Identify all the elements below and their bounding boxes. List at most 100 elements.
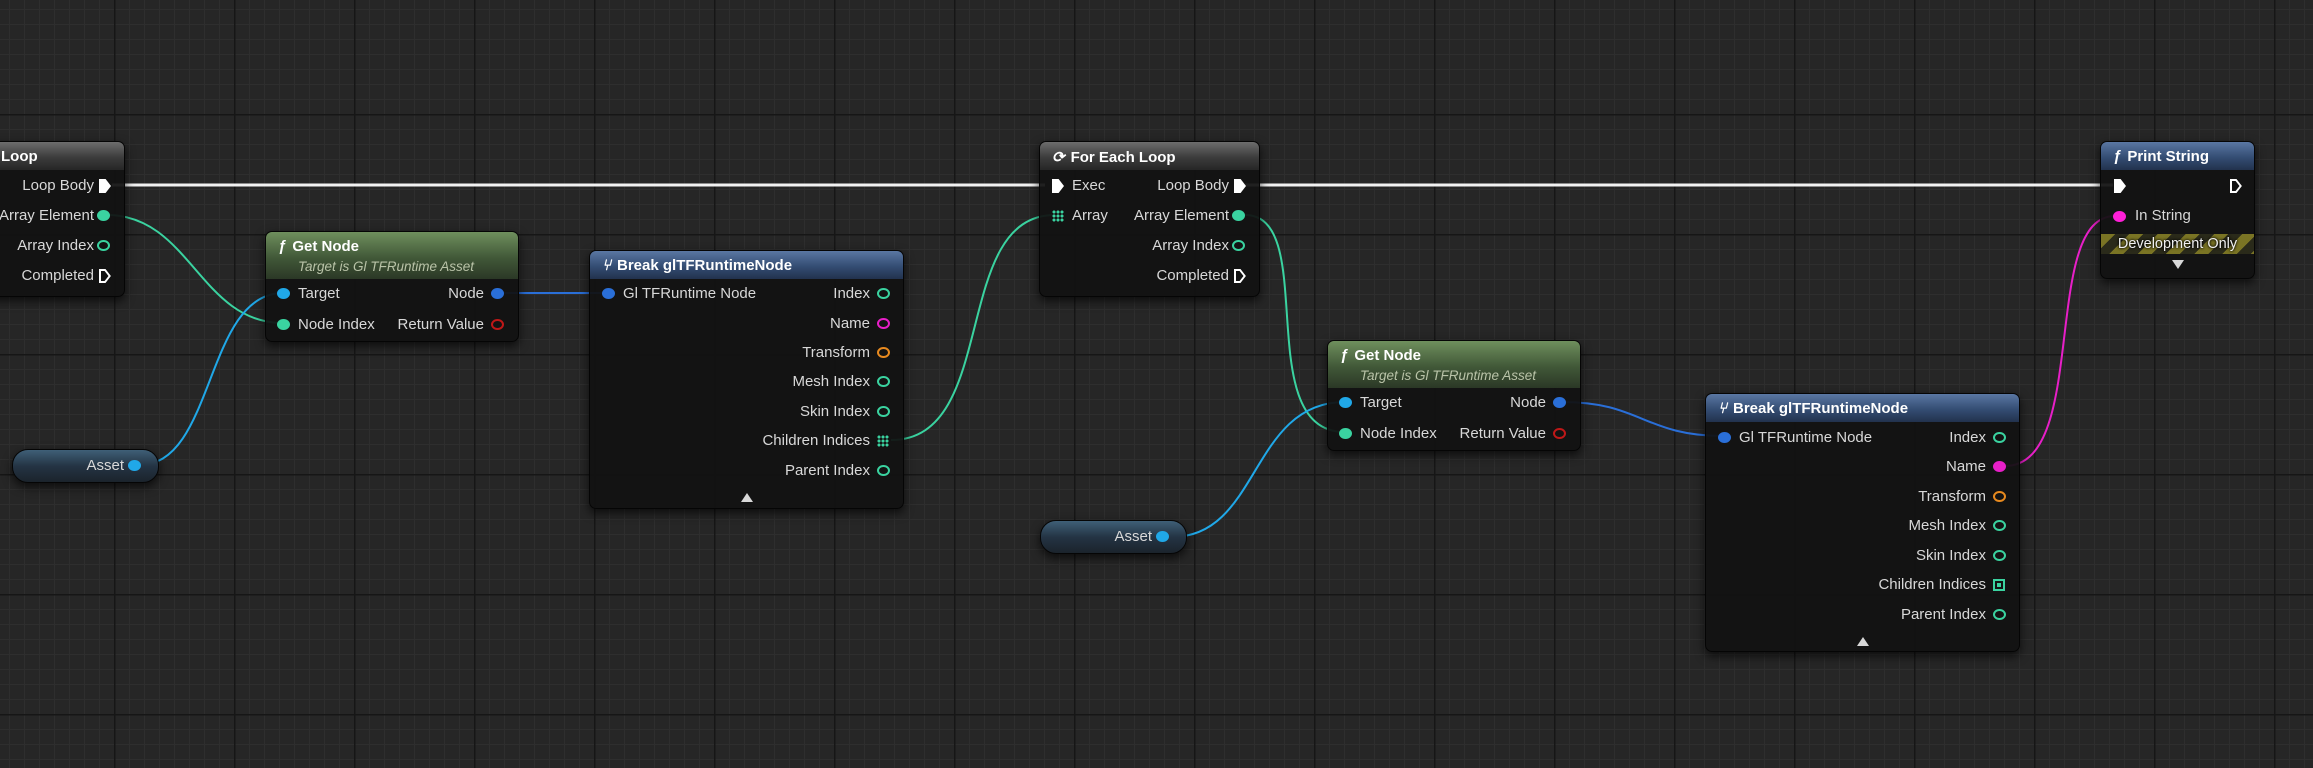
pin-label-node: Node: [448, 285, 484, 302]
target-pin[interactable]: [1339, 397, 1352, 408]
array-index-pin[interactable]: [1232, 240, 1245, 251]
exec-in-pin[interactable]: [2114, 179, 2126, 193]
node-title: For Each Loop: [1070, 149, 1176, 166]
return-value-pin[interactable]: [491, 319, 504, 330]
index-pin[interactable]: [877, 288, 890, 299]
node-header: ⟳ For Each Loop: [1040, 142, 1259, 170]
pin-label-completed: Completed: [21, 267, 94, 284]
children-indices-pin[interactable]: [877, 435, 889, 447]
node-index-pin[interactable]: [1339, 428, 1352, 439]
pin-label-name: Name: [1945, 458, 1986, 475]
wire-asset-to-target-2: [1171, 401, 1346, 538]
pin-label-name: Name: [829, 315, 870, 332]
index-pin[interactable]: [1993, 432, 2006, 443]
loop-icon: ⟳: [1052, 149, 1065, 166]
asset-variable-node-1[interactable]: Asset: [12, 449, 159, 483]
collapse-arrow-icon[interactable]: [2172, 260, 2184, 269]
pin-label-node-index: Node Index: [298, 316, 375, 333]
for-each-loop-node[interactable]: ⟳ For Each Loop Exec Array Loop Body Arra…: [1039, 141, 1260, 297]
parent-index-pin[interactable]: [1993, 609, 2006, 620]
name-pin[interactable]: [877, 318, 890, 329]
pin-label-mesh-index: Mesh Index: [1908, 517, 1986, 534]
node-title: Get Node: [1354, 347, 1422, 364]
pin-label-children-indices: Children Indices: [762, 432, 870, 449]
gltf-runtime-node-in-pin[interactable]: [1718, 432, 1731, 443]
wire-element-to-nodeindex-1: [106, 214, 284, 324]
pin-label-array-index: Array Index: [1152, 237, 1229, 254]
node-out-pin[interactable]: [491, 288, 504, 299]
node-header: ƒ Print String: [2101, 142, 2254, 170]
asset-variable-node-2[interactable]: Asset: [1040, 520, 1187, 554]
asset-label: Asset: [1114, 528, 1152, 545]
wire-layer: [106, 183, 2116, 538]
pin-label-parent-index: Parent Index: [784, 462, 870, 479]
exec-out-pin[interactable]: [2230, 179, 2242, 193]
pin-label-node: Node: [1510, 394, 1546, 411]
pin-label-children-indices: Children Indices: [1878, 576, 1986, 593]
get-node-node-2[interactable]: ƒ Get Node Target is Gl TFRuntime Asset T…: [1327, 340, 1581, 451]
name-pin[interactable]: [1993, 461, 2006, 472]
transform-pin[interactable]: [1993, 491, 2006, 502]
node-title: Break glTFRuntimeNode: [617, 257, 793, 274]
expand-arrow-icon[interactable]: [1857, 637, 1869, 646]
mesh-index-pin[interactable]: [877, 376, 890, 387]
function-icon: ƒ: [2113, 148, 2122, 165]
asset-label: Asset: [86, 457, 124, 474]
completed-pin[interactable]: [1234, 269, 1246, 283]
array-index-pin[interactable]: [97, 240, 110, 251]
node-out-pin[interactable]: [1553, 397, 1566, 408]
node-header: ⑂ Break glTFRuntimeNode: [590, 251, 903, 279]
asset-out-pin[interactable]: [1156, 531, 1169, 542]
for-each-loop-node-left[interactable]: Loop Loop Body Array Element Array Index…: [0, 141, 125, 297]
node-title: Break glTFRuntimeNode: [1733, 400, 1909, 417]
array-in-pin[interactable]: [1052, 210, 1064, 222]
node-header: ⑂ Break glTFRuntimeNode: [1706, 394, 2019, 422]
skin-index-pin[interactable]: [877, 406, 890, 417]
pin-label-completed: Completed: [1156, 267, 1229, 284]
target-pin[interactable]: [277, 288, 290, 299]
completed-pin[interactable]: [99, 269, 111, 283]
break-gltf-runtime-node-1[interactable]: ⑂ Break glTFRuntimeNode Gl TFRuntime Node…: [589, 250, 904, 509]
pin-label-in-string: In String: [2135, 207, 2191, 224]
function-icon: ƒ: [1340, 347, 1349, 364]
pin-label-loop-body: Loop Body: [22, 177, 94, 194]
pin-label-exec: Exec: [1072, 177, 1106, 194]
get-node-node-1[interactable]: ƒ Get Node Target is Gl TFRuntime Asset T…: [265, 231, 519, 342]
gltf-runtime-node-in-pin[interactable]: [602, 288, 615, 299]
pin-label-parent-index: Parent Index: [1900, 606, 1986, 623]
pin-label-return-value: Return Value: [1459, 425, 1546, 442]
wire-children-to-array: [890, 214, 1056, 441]
array-element-pin[interactable]: [97, 210, 110, 221]
pin-label-return-value: Return Value: [397, 316, 484, 333]
array-element-pin[interactable]: [1232, 210, 1245, 221]
wire-asset-to-target-1: [139, 292, 284, 466]
children-indices-pin[interactable]: [1993, 579, 2005, 591]
asset-out-pin[interactable]: [128, 460, 141, 471]
wire-name-to-instring: [2004, 215, 2116, 467]
parent-index-pin[interactable]: [877, 465, 890, 476]
function-icon: ƒ: [278, 238, 287, 255]
loop-body-pin[interactable]: [1234, 179, 1246, 193]
node-header: Loop: [0, 142, 124, 170]
pin-label-gltf-runtime-node: Gl TFRuntime Node: [623, 285, 757, 302]
pin-label-array-index: Array Index: [17, 237, 94, 254]
break-gltf-runtime-node-2[interactable]: ⑂ Break glTFRuntimeNode Gl TFRuntime Node…: [1705, 393, 2020, 652]
pin-label-node-index: Node Index: [1360, 425, 1437, 442]
mesh-index-pin[interactable]: [1993, 520, 2006, 531]
pin-label-array-element: Array Element: [0, 207, 94, 224]
pin-label-index: Index: [833, 285, 870, 302]
pin-label-skin-index: Skin Index: [799, 403, 870, 420]
transform-pin[interactable]: [877, 347, 890, 358]
pin-label-transform: Transform: [1918, 488, 1986, 505]
exec-in-pin[interactable]: [1052, 179, 1064, 193]
print-string-node[interactable]: ƒ Print String In String Development Only: [2100, 141, 2255, 279]
in-string-pin[interactable]: [2113, 211, 2126, 222]
expand-arrow-icon[interactable]: [741, 493, 753, 502]
return-value-pin[interactable]: [1553, 428, 1566, 439]
pin-label-mesh-index: Mesh Index: [792, 373, 870, 390]
node-index-pin[interactable]: [277, 319, 290, 330]
node-header: ƒ Get Node Target is Gl TFRuntime Asset: [1328, 341, 1580, 388]
break-struct-icon: ⑂: [602, 257, 612, 274]
exec-out-pin[interactable]: [99, 179, 111, 193]
skin-index-pin[interactable]: [1993, 550, 2006, 561]
